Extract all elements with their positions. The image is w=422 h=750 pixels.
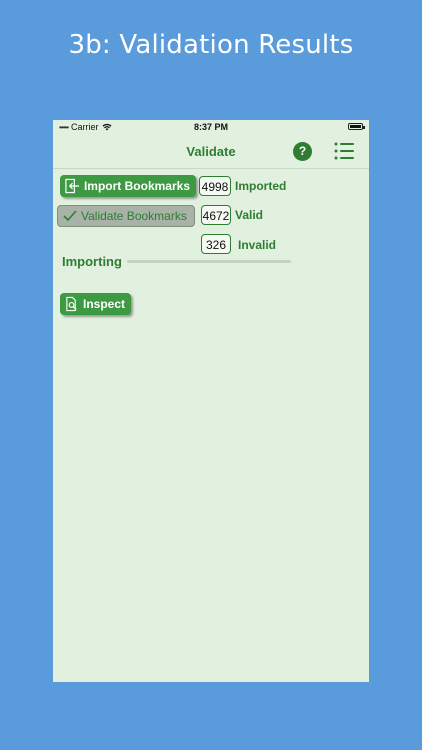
import-progress-bar <box>127 260 291 263</box>
valid-label: Valid <box>235 208 264 222</box>
status-bar: ••••• Carrier 8:37 PM <box>53 120 369 136</box>
import-bookmarks-label: Import Bookmarks <box>83 179 190 193</box>
invalid-count: 326 <box>201 234 231 254</box>
menu-list-icon[interactable] <box>334 142 354 160</box>
invalid-label: Invalid <box>238 238 277 252</box>
inspect-label: Inspect <box>82 297 125 311</box>
validate-bookmarks-label: Validate Bookmarks <box>81 209 187 223</box>
screenshot-caption: 3b: Validation Results <box>68 30 354 60</box>
valid-count: 4672 <box>201 205 231 225</box>
checkmark-icon <box>63 210 77 222</box>
validate-bookmarks-button[interactable]: Validate Bookmarks <box>57 205 195 227</box>
import-icon <box>65 178 80 194</box>
help-button[interactable]: ? <box>293 142 312 161</box>
import-bookmarks-button[interactable]: Import Bookmarks <box>60 175 196 197</box>
progress-label: Importing <box>62 254 122 269</box>
nav-title: Validate <box>186 144 236 159</box>
status-time: 8:37 PM <box>193 122 228 132</box>
inspect-document-icon <box>66 296 77 312</box>
imported-count: 4998 <box>199 176 231 196</box>
inspect-button[interactable]: Inspect <box>60 293 131 315</box>
imported-label: Imported <box>235 179 287 193</box>
battery-icon <box>348 123 365 130</box>
navigation-bar: Validate ? <box>53 136 369 169</box>
phone-screen: ••••• Carrier 8:37 PM Validate ? Import … <box>53 120 369 682</box>
